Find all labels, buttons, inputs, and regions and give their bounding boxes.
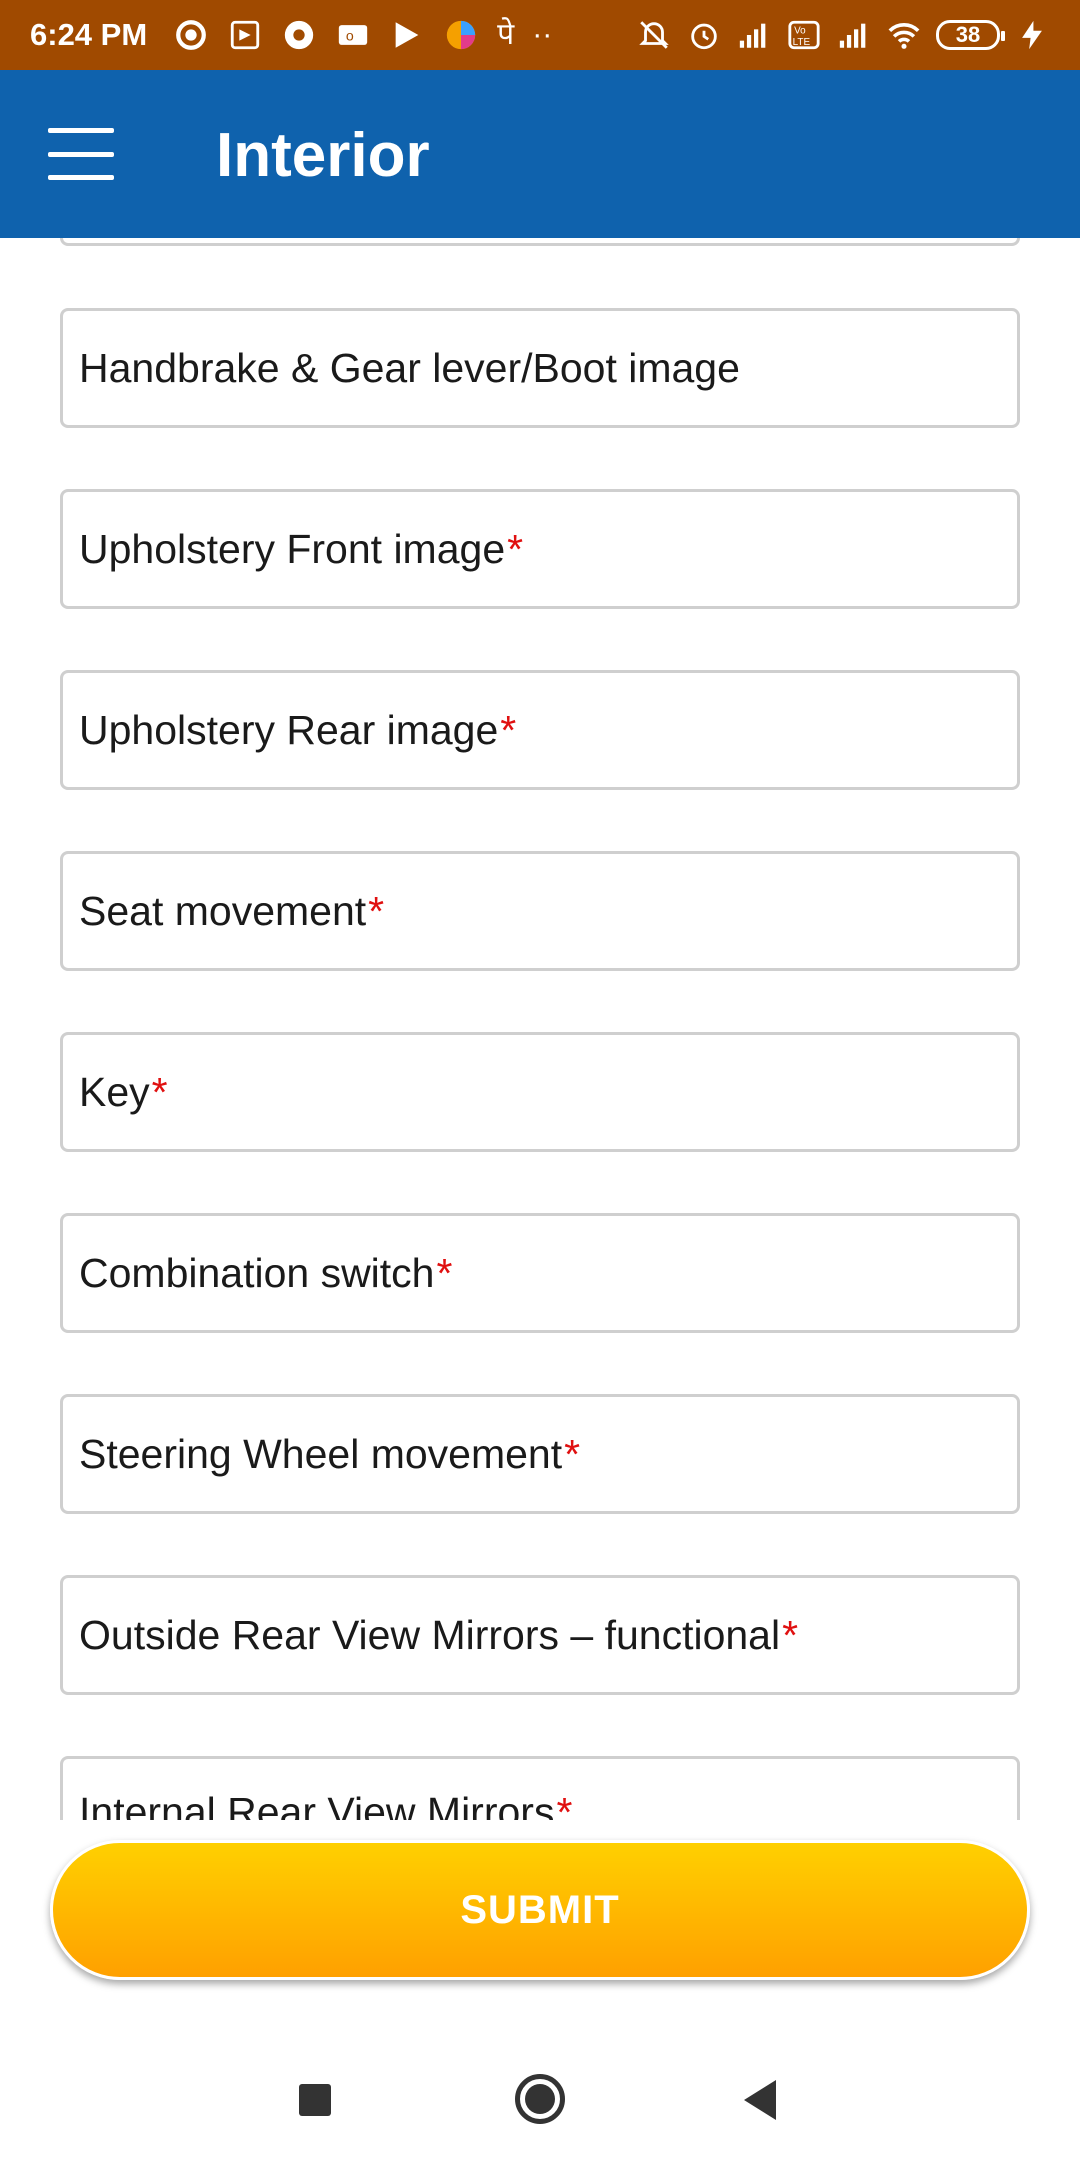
menu-line — [48, 151, 114, 157]
form-field-upholstery-front-image[interactable]: Upholstery Front image * — [60, 489, 1020, 609]
field-label: Steering Wheel movement — [79, 1430, 563, 1477]
field-label: Seat movement — [79, 887, 367, 934]
back-icon[interactable] — [744, 2080, 776, 2120]
location-ring-icon — [173, 17, 209, 53]
required-mark: * — [782, 1611, 799, 1658]
alarm-icon — [686, 17, 722, 53]
submit-button[interactable]: SUBMIT — [50, 1840, 1030, 1980]
field-label: Combination switch — [79, 1249, 435, 1296]
home-icon[interactable] — [515, 2074, 565, 2124]
app-circle-icon — [443, 17, 479, 53]
form-field-internal-rear-view-mirrors[interactable]: Internal Rear View Mirrors * — [60, 1756, 1020, 1820]
devanagari-glyph: पे — [497, 18, 515, 51]
required-mark: * — [564, 1430, 581, 1477]
required-mark: * — [436, 1249, 453, 1296]
volte-icon: Vo LTE — [786, 17, 822, 53]
recent-apps-icon[interactable] — [299, 2084, 331, 2116]
form-scroll-area[interactable]: Handbrake & Gear lever/Boot image Uphols… — [0, 238, 1080, 1820]
form-field-steering-wheel-movement[interactable]: Steering Wheel movement * — [60, 1394, 1020, 1514]
mute-icon — [636, 17, 672, 53]
svg-text:Vo: Vo — [794, 26, 806, 37]
wifi-icon — [886, 17, 922, 53]
signal-icon — [736, 17, 772, 53]
play-icon — [389, 17, 425, 53]
field-label: Internal Rear View Mirrors — [79, 1789, 555, 1820]
svg-text:o: o — [346, 29, 354, 45]
signal-icon — [836, 17, 872, 53]
chrome-icon — [281, 17, 317, 53]
form-field-upholstery-rear-image[interactable]: Upholstery Rear image * — [60, 670, 1020, 790]
form-field-key[interactable]: Key * — [60, 1032, 1020, 1152]
status-time: 6:24 PM — [30, 17, 148, 52]
form-field-seat-movement[interactable]: Seat movement * — [60, 851, 1020, 971]
required-mark: * — [151, 1068, 168, 1115]
page-title: Interior — [216, 121, 430, 190]
required-mark: * — [556, 1789, 573, 1820]
field-label: Upholstery Front image — [79, 525, 506, 572]
charging-icon — [1014, 17, 1050, 53]
menu-line — [48, 128, 114, 133]
form-field-combination-switch[interactable]: Combination switch * — [60, 1213, 1020, 1333]
required-mark: * — [368, 887, 385, 934]
hamburger-menu-icon[interactable] — [48, 128, 114, 180]
required-mark: * — [500, 706, 517, 753]
form-field-handbrake-gear-boot-image[interactable]: Handbrake & Gear lever/Boot image — [60, 308, 1020, 428]
form-field-partial-top[interactable] — [60, 238, 1020, 246]
form-field-outside-rear-view-mirrors[interactable]: Outside Rear View Mirrors – functional * — [60, 1575, 1020, 1695]
battery-indicator: 38 — [936, 20, 1005, 50]
status-bar: 6:24 PM o पे ·· Vo LTE 38 — [0, 0, 1080, 70]
system-icons: Vo LTE 38 — [636, 17, 1050, 53]
field-label: Outside Rear View Mirrors – functional — [79, 1611, 781, 1658]
field-label: Key — [79, 1068, 150, 1115]
app-bar: Interior — [0, 70, 1080, 238]
outlook-icon: o — [335, 17, 371, 53]
notification-icons: o पे ·· — [173, 17, 552, 53]
system-nav-bar — [0, 2040, 1080, 2160]
required-mark: * — [507, 525, 524, 572]
more-dots: ·· — [532, 18, 553, 51]
field-label: Handbrake & Gear lever/Boot image — [79, 344, 740, 391]
field-label: Upholstery Rear image — [79, 706, 499, 753]
play-store-icon — [227, 17, 263, 53]
menu-line — [48, 175, 114, 180]
svg-text:LTE: LTE — [793, 37, 811, 48]
